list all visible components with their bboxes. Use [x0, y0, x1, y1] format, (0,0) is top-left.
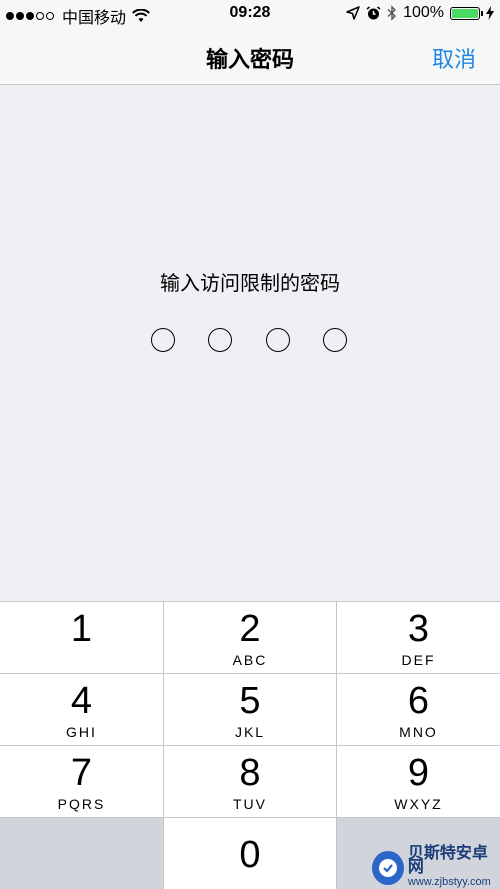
key-9[interactable]: 9 WXYZ: [337, 746, 500, 817]
key-digit: 3: [407, 608, 430, 650]
watermark-logo-icon: [372, 851, 404, 885]
watermark-text: 贝斯特安卓网 www.zjbstyy.com: [407, 845, 498, 889]
watermark-name: 贝斯特安卓网: [407, 845, 488, 876]
passcode-prompt: 输入访问限制的密码: [160, 273, 340, 295]
status-bar: 中国移动 09:28 100%: [0, 0, 500, 28]
passcode-dot: [266, 328, 290, 352]
key-letters: GHI: [66, 724, 97, 740]
key-letters: WXYZ: [394, 796, 443, 812]
battery-icon: [450, 6, 483, 20]
location-arrow-icon: [346, 6, 360, 20]
key-digit: 1: [70, 608, 93, 650]
key-7[interactable]: 7 PQRS: [0, 746, 163, 817]
key-8[interactable]: 8 TUV: [164, 746, 336, 817]
key-5[interactable]: 5 JKL: [164, 674, 336, 745]
key-6[interactable]: 6 MNO: [337, 674, 500, 745]
key-letters: DEF: [401, 652, 436, 668]
key-letters: TUV: [233, 796, 267, 812]
passcode-dot: [151, 328, 175, 352]
key-letters: MNO: [399, 724, 438, 740]
key-digit: 7: [70, 752, 93, 794]
key-2[interactable]: 2 ABC: [164, 602, 336, 673]
passcode-dot: [323, 328, 347, 352]
key-1[interactable]: 1: [0, 602, 163, 673]
key-digit: 8: [239, 752, 261, 794]
key-4[interactable]: 4 GHI: [0, 674, 163, 745]
key-digit: 4: [70, 680, 93, 722]
key-digit: 6: [407, 680, 430, 722]
watermark-url: www.zjbstyy.com: [407, 876, 491, 888]
battery-fill: [452, 8, 478, 18]
charging-bolt-icon: [486, 6, 494, 20]
passcode-dot: [208, 328, 232, 352]
alarm-icon: [366, 5, 381, 19]
key-letters: PQRS: [57, 796, 106, 812]
watermark: 贝斯特安卓网 www.zjbstyy.com: [372, 845, 498, 889]
status-right: 100%: [340, 4, 494, 22]
key-letters: JKL: [234, 724, 266, 740]
key-letters: ABC: [232, 652, 268, 668]
bluetooth-icon: [387, 5, 397, 21]
key-blank: [0, 818, 163, 889]
battery-cap: [481, 10, 483, 16]
key-digit: 5: [239, 680, 261, 722]
key-3[interactable]: 3 DEF: [337, 602, 500, 673]
navigation-bar: 输入密码 取消: [0, 28, 500, 85]
key-digit: 0: [239, 834, 261, 876]
key-digit: 2: [239, 608, 261, 650]
cancel-button[interactable]: 取消: [432, 42, 476, 74]
key-digit: 9: [407, 752, 430, 794]
key-0[interactable]: 0: [164, 818, 336, 889]
battery-percent: 100%: [403, 4, 444, 21]
page-title: 输入密码: [205, 47, 294, 72]
